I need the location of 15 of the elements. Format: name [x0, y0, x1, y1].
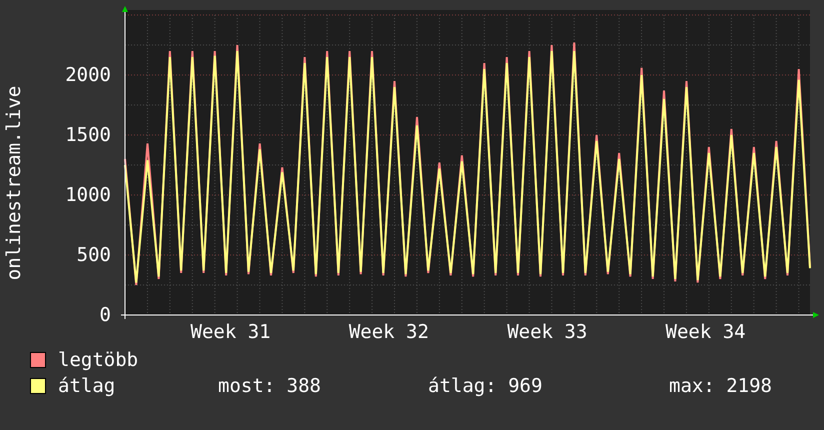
x-tick-label: Week 34	[666, 321, 746, 343]
y-axis-title: onlinestream.live	[3, 86, 25, 280]
y-tick-label: 1000	[65, 184, 111, 206]
x-tick-label: Week 32	[348, 321, 429, 343]
legend-label: átlag	[58, 375, 116, 397]
stat-value: most: 388	[218, 375, 321, 397]
y-tick-label: 1500	[65, 124, 111, 146]
x-tick-label: Week 31	[190, 321, 271, 343]
y-tick-label: 500	[76, 244, 111, 266]
x-tick-label: Week 33	[507, 321, 588, 343]
stat-value: átlag: 969	[428, 375, 542, 397]
y-tick-label: 0	[100, 304, 111, 326]
legend-label: legtöbb	[58, 349, 140, 371]
y-tick-label: 2000	[65, 64, 111, 86]
stat-value: max: 2198	[669, 375, 772, 397]
